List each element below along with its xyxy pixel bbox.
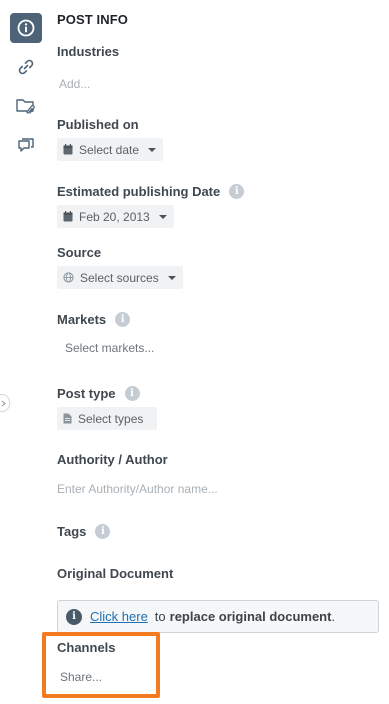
source-label: Source	[57, 245, 101, 260]
caret-down-icon	[148, 147, 157, 152]
markets-input[interactable]: Select markets...	[65, 341, 154, 355]
folder-attachment-icon	[15, 96, 37, 116]
post-type-label: Post type i	[57, 386, 140, 401]
original-document-notice: i Click here to replace original documen…	[57, 600, 379, 633]
source-select[interactable]: Select sources	[57, 266, 183, 289]
published-on-date-picker[interactable]: Select date	[57, 138, 164, 161]
channels-label: Channels	[57, 640, 116, 655]
calendar-icon	[63, 144, 73, 155]
estimated-date-picker[interactable]: Feb 20, 2013	[57, 205, 174, 228]
estimated-date-label: Estimated publishing Date i	[57, 184, 245, 199]
post-info-panel: POST INFO Industries Add... Published on…	[0, 0, 389, 704]
notice-middle-text: to	[154, 609, 166, 624]
rail-links-button[interactable]	[10, 52, 42, 82]
post-info-content: POST INFO Industries Add... Published on…	[57, 0, 382, 704]
rail-comments-button[interactable]	[10, 131, 42, 161]
estimated-date-value: Feb 20, 2013	[79, 209, 150, 224]
industries-label: Industries	[57, 44, 119, 59]
notice-end-text: .	[331, 609, 336, 624]
source-label-text: Source	[57, 245, 102, 260]
industries-input[interactable]: Add...	[59, 77, 90, 91]
tags-label: Tags i	[57, 524, 111, 539]
channels-share-input[interactable]: Share...	[60, 670, 102, 684]
globe-icon	[63, 272, 74, 283]
industries-label-text: Industries	[57, 44, 120, 59]
source-value: Select sources	[80, 270, 159, 285]
link-icon	[16, 57, 36, 77]
info-icon: i	[66, 608, 82, 625]
comments-icon	[16, 136, 36, 156]
side-rail	[0, 0, 50, 704]
original-document-label-text: Original Document	[57, 566, 174, 581]
info-icon	[17, 19, 35, 37]
published-on-value: Select date	[79, 142, 140, 157]
notice-action-text: replace original document	[169, 609, 332, 624]
document-icon	[63, 413, 72, 424]
rail-files-button[interactable]	[10, 91, 42, 121]
published-on-label-text: Published on	[57, 117, 139, 132]
author-label-text: Authority / Author	[57, 452, 168, 467]
caret-down-icon	[158, 214, 167, 219]
post-type-select[interactable]: Select types	[57, 407, 158, 430]
estimated-date-label-text: Estimated publishing Date	[57, 184, 221, 199]
original-document-label: Original Document	[57, 566, 173, 581]
post-type-label-text: Post type	[57, 386, 116, 401]
markets-label-text: Markets	[57, 312, 107, 327]
replace-document-link[interactable]: Click here	[90, 609, 148, 624]
chevron-right-icon	[1, 394, 6, 412]
author-label: Authority / Author	[57, 452, 168, 467]
tags-label-text: Tags	[57, 524, 87, 539]
info-icon[interactable]: i	[95, 524, 111, 539]
post-type-value: Select types	[78, 411, 144, 426]
author-input[interactable]: Enter Authority/Author name...	[57, 482, 218, 496]
panel-collapse-handle[interactable]	[0, 394, 10, 412]
caret-down-icon	[167, 275, 176, 280]
panel-title: POST INFO	[57, 12, 128, 27]
info-icon[interactable]: i	[124, 386, 140, 401]
rail-info-button[interactable]	[10, 13, 42, 43]
channels-label-text: Channels	[57, 640, 116, 655]
info-icon[interactable]: i	[115, 312, 131, 327]
info-icon[interactable]: i	[229, 184, 245, 199]
markets-label: Markets i	[57, 312, 131, 327]
calendar-icon	[63, 211, 73, 222]
published-on-label: Published on	[57, 117, 139, 132]
